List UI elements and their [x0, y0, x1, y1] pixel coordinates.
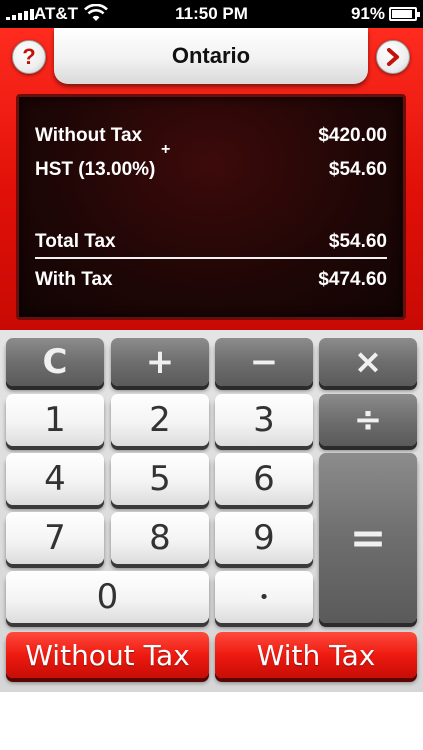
with-tax-button[interactable]: With Tax — [215, 632, 417, 678]
battery-percent: 91% — [350, 4, 385, 23]
hst-row: HST (13.00%) $54.60 — [35, 159, 387, 181]
header-area: ? Ontario Without Tax $420.00 + HST (13.… — [0, 28, 423, 330]
digit-9-button[interactable]: 9 — [215, 512, 313, 564]
digit-2-button[interactable]: 2 — [111, 394, 209, 446]
plus-button[interactable]: + — [111, 338, 209, 386]
without-tax-row: Without Tax $420.00 — [35, 125, 387, 147]
with-tax-row: With Tax $474.60 — [35, 269, 387, 291]
title-bar: Ontario — [54, 28, 368, 84]
digit-7-button[interactable]: 7 — [6, 512, 104, 564]
digit-4-button[interactable]: 4 — [6, 453, 104, 505]
without-tax-label: Without Tax — [35, 125, 143, 146]
clear-button[interactable]: C — [6, 338, 104, 386]
plus-indicator: + — [161, 141, 171, 158]
decimal-point-button[interactable]: • — [215, 571, 313, 623]
next-province-button[interactable] — [376, 40, 410, 74]
digit-1-button[interactable]: 1 — [6, 394, 104, 446]
divide-button[interactable]: ÷ — [319, 394, 417, 446]
digit-5-button[interactable]: 5 — [111, 453, 209, 505]
status-bar: AT&T 11:50 PM 91% — [0, 0, 423, 28]
bottom-spacer — [0, 692, 423, 750]
chevron-right-icon — [387, 48, 399, 66]
without-tax-button[interactable]: Without Tax — [6, 632, 209, 678]
minus-button[interactable]: − — [215, 338, 313, 386]
hst-value: $54.60 — [328, 159, 387, 180]
page-title: Ontario — [171, 43, 251, 68]
digit-3-button[interactable]: 3 — [215, 394, 313, 446]
total-tax-row: Total Tax $54.60 — [35, 231, 387, 253]
without-tax-value: $420.00 — [318, 125, 387, 146]
divider — [35, 257, 387, 259]
with-tax-label: With Tax — [35, 269, 113, 290]
digit-6-button[interactable]: 6 — [215, 453, 313, 505]
digit-0-button[interactable]: 0 — [6, 571, 209, 623]
battery-icon — [389, 7, 420, 21]
equals-button[interactable]: = — [319, 453, 417, 623]
total-tax-label: Total Tax — [35, 231, 116, 252]
hst-label: HST (13.00%) — [35, 159, 156, 180]
digit-8-button[interactable]: 8 — [111, 512, 209, 564]
question-mark-icon: ? — [22, 44, 36, 69]
help-button[interactable]: ? — [12, 40, 46, 74]
total-tax-value: $54.60 — [328, 231, 387, 252]
keypad: C + − × 1 2 3 ÷ 4 5 6 = 7 8 9 0 • Withou… — [0, 330, 423, 692]
multiply-button[interactable]: × — [319, 338, 417, 386]
with-tax-value: $474.60 — [318, 269, 387, 290]
result-display: Without Tax $420.00 + HST (13.00%) $54.6… — [16, 94, 406, 320]
